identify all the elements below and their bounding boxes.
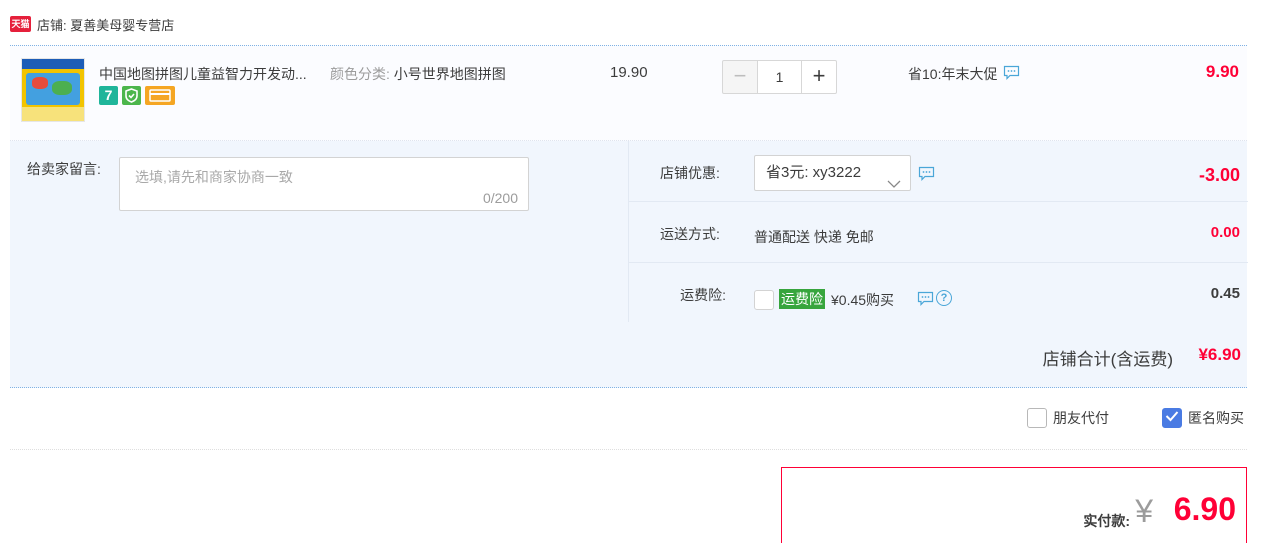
cart-item-row: 中国地图拼图儿童益智力开发动... 颜色分类: 小号世界地图拼图 7 19.90… (10, 45, 1247, 141)
product-title[interactable]: 中国地图拼图儿童益智力开发动... (99, 64, 307, 84)
shipping-row: 运送方式: 普通配送 快递 免邮 0.00 (629, 202, 1248, 263)
insurance-amount: 0.45 (1210, 285, 1240, 302)
insurance-checkbox[interactable] (754, 290, 774, 310)
quantity-stepper: − 1 + (722, 60, 837, 94)
thumbnail-banner (22, 59, 84, 69)
shipping-method: 普通配送 快递 免邮 (754, 229, 874, 245)
service-badges: 7 (99, 86, 175, 105)
insurance-label: 运费险: (680, 287, 726, 303)
product-sku: 颜色分类: 小号世界地图拼图 (330, 64, 506, 84)
shop-subtotal: 店铺合计(含运费) ¥6.90 (10, 322, 1247, 388)
coupon-row: 店铺优惠: 省3元: xy3222 -3.00 (629, 141, 1248, 202)
subtotal-value: ¥6.90 (1198, 345, 1241, 364)
payment-value: 6.90 (1173, 491, 1236, 527)
promotion-info: 省10:年末大促 (908, 64, 1020, 84)
help-icon[interactable]: ? (936, 290, 952, 306)
anonymous-checkbox[interactable] (1162, 408, 1182, 428)
coupon-select[interactable]: 省3元: xy3222 (754, 155, 911, 191)
chat-bubble-icon[interactable] (917, 291, 934, 306)
credit-card-icon[interactable] (145, 86, 175, 105)
increase-quantity-button[interactable]: + (801, 60, 837, 94)
chevron-down-icon (887, 168, 901, 202)
seven-day-return-icon[interactable]: 7 (99, 86, 118, 105)
unit-price: 19.90 (610, 64, 648, 81)
decrease-quantity-button[interactable]: − (722, 60, 758, 94)
sku-label: 颜色分类: (330, 66, 390, 82)
payment-currency: ¥ (1135, 493, 1153, 529)
thumbnail-shape (52, 81, 72, 95)
seller-message-input[interactable]: 选填,请先和商家协商一致 0/200 (119, 157, 529, 211)
subtotal-label: 店铺合计(含运费) (1042, 350, 1173, 369)
message-counter: 0/200 (482, 190, 518, 206)
shipping-amount: 0.00 (1210, 224, 1240, 241)
anonymous-option[interactable]: 匿名购买 (1162, 408, 1244, 428)
insurance-tag: 运费险 (779, 289, 825, 309)
item-total: 9.90 (1205, 62, 1239, 81)
payment-label: 实付款: (1083, 513, 1130, 529)
coupon-label: 店铺优惠: (660, 165, 720, 181)
order-options-panel: 给卖家留言: 选填,请先和商家协商一致 0/200 店铺优惠: 省3元: xy3… (10, 141, 1248, 322)
quantity-input[interactable]: 1 (757, 60, 802, 94)
sku-value: 小号世界地图拼图 (393, 66, 506, 82)
product-thumbnail[interactable] (21, 58, 85, 122)
friend-pay-label[interactable]: 朋友代付 (1053, 408, 1109, 428)
friend-pay-checkbox[interactable] (1027, 408, 1047, 428)
message-placeholder: 选填,请先和商家协商一致 (135, 169, 293, 185)
coupon-amount: -3.00 (1198, 165, 1240, 185)
section-divider (10, 449, 1247, 450)
coupon-selected-value: 省3元: xy3222 (766, 164, 862, 181)
payment-summary: 实付款: ¥ 6.90 (781, 467, 1247, 543)
chat-bubble-icon[interactable] (918, 166, 935, 184)
anonymous-label[interactable]: 匿名购买 (1188, 408, 1244, 428)
shop-header: 天猫 店铺: 夏善美母婴专营店 (10, 14, 174, 34)
shipping-label: 运送方式: (660, 226, 720, 242)
thumbnail-shape (32, 77, 48, 89)
insurance-row: 运费险: 运费险 ¥0.45购买 ? 0.45 (629, 263, 1248, 322)
shop-name[interactable]: 店铺: 夏善美母婴专营店 (37, 15, 174, 34)
message-label: 给卖家留言: (27, 161, 101, 177)
promotion-text: 省10:年末大促 (908, 66, 998, 82)
insurance-price: ¥0.45购买 (831, 292, 895, 308)
checkmark-icon (1165, 411, 1179, 422)
insurance-icons: ? (917, 290, 952, 306)
tmall-icon: 天猫 (10, 16, 31, 32)
shield-icon[interactable] (122, 86, 141, 105)
friend-pay-option[interactable]: 朋友代付 (1027, 408, 1109, 428)
fees-pane: 店铺优惠: 省3元: xy3222 -3.00 运送方式: 普通配送 快递 免邮… (628, 141, 1248, 322)
thumbnail-footer (22, 107, 84, 121)
chat-bubble-icon[interactable] (1003, 65, 1020, 83)
